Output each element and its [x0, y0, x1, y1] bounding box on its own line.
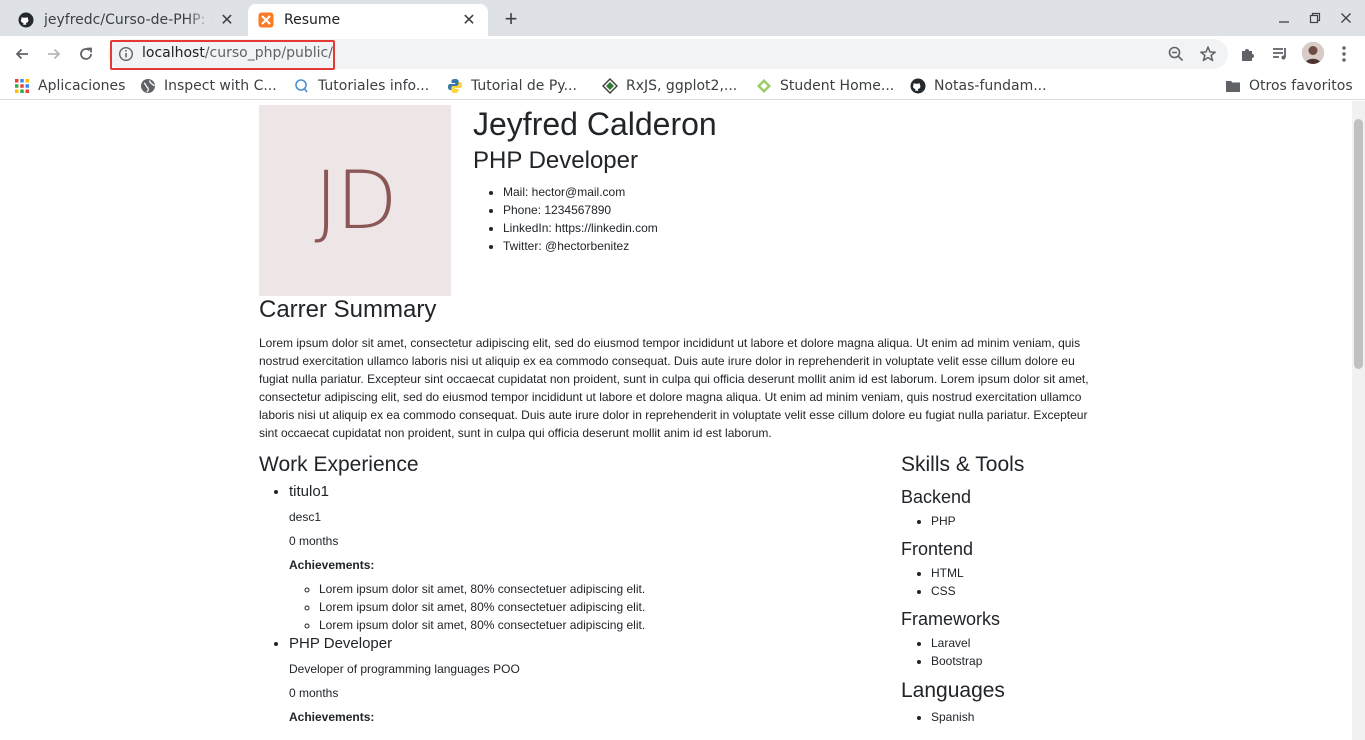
bookmarks-bar: Aplicaciones Inspect with C... Tutoriale…	[0, 72, 1365, 100]
leaf-icon	[756, 78, 772, 94]
contact-mail: Mail: hector@mail.com	[503, 183, 1073, 201]
skill-item: HTML	[931, 564, 1091, 582]
xampp-icon	[258, 12, 274, 28]
achievements-list: Lorem ipsum dolor sit amet, 80% consecte…	[319, 580, 859, 634]
skill-list: PHP	[931, 512, 1091, 530]
menu-dots-icon[interactable]	[1334, 44, 1354, 64]
tab-title: jeyfredc/Curso-de-PHP: Cu	[44, 12, 212, 28]
url-text[interactable]: localhost/curso_php/public/	[142, 45, 333, 61]
profile-initials: JD	[314, 154, 397, 247]
achievements-label: Achievements:	[289, 558, 375, 572]
bookmark-label: Tutorial de Py...	[471, 78, 577, 94]
job-duration: 0 months	[289, 686, 339, 700]
github-icon	[18, 12, 34, 28]
forward-arrow-icon[interactable]	[42, 42, 66, 66]
skill-list: Spanish	[931, 708, 1091, 726]
tab-strip: jeyfredc/Curso-de-PHP: Cu ✕ Resume ✕ +	[0, 0, 1365, 36]
python-icon	[447, 78, 463, 94]
url-host: localhost	[142, 45, 205, 61]
achievement-item: Lorem ipsum dolor sit amet, 80% consecte…	[319, 580, 859, 598]
apps-grid-icon	[14, 78, 30, 94]
media-queue-icon[interactable]	[1270, 44, 1290, 64]
summary-text: Lorem ipsum dolor sit amet, consectetur …	[259, 336, 1089, 440]
tab-resume[interactable]: Resume ✕	[248, 4, 488, 36]
skills-title: Skills & Tools	[901, 453, 1025, 476]
bookmark-label: Notas-fundam...	[934, 78, 1047, 94]
url-path: /curso_php/public/	[204, 45, 333, 61]
bookmark-tutoriales[interactable]: Tutoriales info...	[294, 77, 429, 95]
bookmark-label: Inspect with C...	[164, 78, 277, 94]
bookmark-rxjs[interactable]: RxJS, ggplot2,...	[602, 77, 737, 95]
folder-icon	[1225, 78, 1241, 94]
tab-github[interactable]: jeyfredc/Curso-de-PHP: Cu ✕	[8, 4, 246, 36]
close-icon[interactable]: ✕	[460, 11, 478, 29]
contact-phone: Phone: 1234567890	[503, 201, 1073, 219]
restore-icon[interactable]	[1305, 8, 1325, 28]
job-title: titulo1	[289, 483, 330, 500]
skill-item: Bootstrap	[931, 652, 1091, 670]
skill-category-backend: Backend	[901, 487, 972, 507]
contact-list: Mail: hector@mail.com Phone: 1234567890 …	[503, 183, 1073, 255]
bookmark-label: Tutoriales info...	[318, 78, 430, 94]
skill-category-frontend: Frontend	[901, 539, 974, 559]
bookmark-apps[interactable]: Aplicaciones	[14, 77, 125, 95]
list-item: titulo1 desc1 0 months Achievements: Lor…	[289, 482, 859, 634]
new-tab-button[interactable]: +	[498, 6, 524, 32]
job-duration: 0 months	[289, 534, 339, 548]
bookmark-notas[interactable]: Notas-fundam...	[910, 77, 1047, 95]
skill-item: PHP	[931, 512, 1091, 530]
achievement-item: Lorem ipsum dolor sit amet, 80% consecte…	[319, 616, 859, 634]
resume-name: Jeyfred Calderon	[473, 106, 717, 142]
bookmark-other[interactable]: Otros favoritos	[1225, 77, 1353, 95]
job-description: Developer of programming languages POO	[289, 662, 520, 676]
bookmark-label: Aplicaciones	[38, 78, 126, 94]
skill-list: HTML CSS	[931, 564, 1091, 600]
profile-photo: JD	[259, 105, 451, 296]
skills-section: Skills & Tools Backend PHP Frontend HTML…	[901, 452, 1091, 726]
bookmark-python[interactable]: Tutorial de Py...	[447, 77, 577, 95]
skill-item: Spanish	[931, 708, 1091, 726]
globe-icon	[140, 78, 156, 94]
resume-header: Jeyfred Calderon PHP Developer Mail: hec…	[473, 105, 1073, 255]
bookmark-student[interactable]: Student Home...	[756, 77, 894, 95]
tab-title: Resume	[284, 12, 341, 28]
back-arrow-icon[interactable]	[10, 42, 34, 66]
page-scrollbar[interactable]	[1352, 101, 1365, 740]
skill-category-languages: Languages	[901, 679, 1005, 702]
contact-twitter: Twitter: @hectorbenitez	[503, 237, 1073, 255]
skill-item: Laravel	[931, 634, 1091, 652]
extensions-puzzle-icon[interactable]	[1238, 44, 1258, 64]
job-title: PHP Developer	[289, 635, 393, 652]
page-viewport: JD Jeyfred Calderon PHP Developer Mail: …	[0, 101, 1352, 740]
skill-category-frameworks: Frameworks	[901, 609, 1001, 629]
job-list: titulo1 desc1 0 months Achievements: Lor…	[289, 482, 859, 726]
scrollbar-thumb[interactable]	[1354, 119, 1363, 369]
achievements-label: Achievements:	[289, 710, 375, 724]
list-item: PHP Developer Developer of programming l…	[289, 634, 859, 726]
job-description: desc1	[289, 510, 322, 524]
minimize-icon[interactable]	[1274, 8, 1294, 28]
skill-list: Laravel Bootstrap	[931, 634, 1091, 670]
summary-title: Carrer Summary	[259, 296, 437, 323]
reload-icon[interactable]	[74, 42, 98, 66]
work-title: Work Experience	[259, 453, 419, 476]
bookmark-inspect[interactable]: Inspect with C...	[140, 77, 277, 95]
diamond-icon	[602, 78, 618, 94]
bookmark-label: RxJS, ggplot2,...	[626, 78, 738, 94]
bubble-icon	[294, 78, 310, 94]
achievement-item: Lorem ipsum dolor sit amet, 80% consecte…	[319, 598, 859, 616]
avatar[interactable]	[1302, 42, 1324, 64]
contact-linkedin: LinkedIn: https://linkedin.com	[503, 219, 1073, 237]
star-icon[interactable]	[1198, 44, 1218, 64]
github-icon	[910, 78, 926, 94]
info-icon[interactable]	[118, 46, 134, 62]
resume-role: PHP Developer	[473, 147, 638, 174]
zoom-icon[interactable]	[1166, 44, 1186, 64]
work-experience-section: Work Experience titulo1 desc1 0 months A…	[259, 452, 859, 732]
skill-item: CSS	[931, 582, 1091, 600]
bookmark-label: Otros favoritos	[1249, 78, 1353, 94]
bookmark-label: Student Home...	[780, 78, 895, 94]
close-window-icon[interactable]	[1336, 8, 1356, 28]
close-icon[interactable]: ✕	[218, 11, 236, 29]
